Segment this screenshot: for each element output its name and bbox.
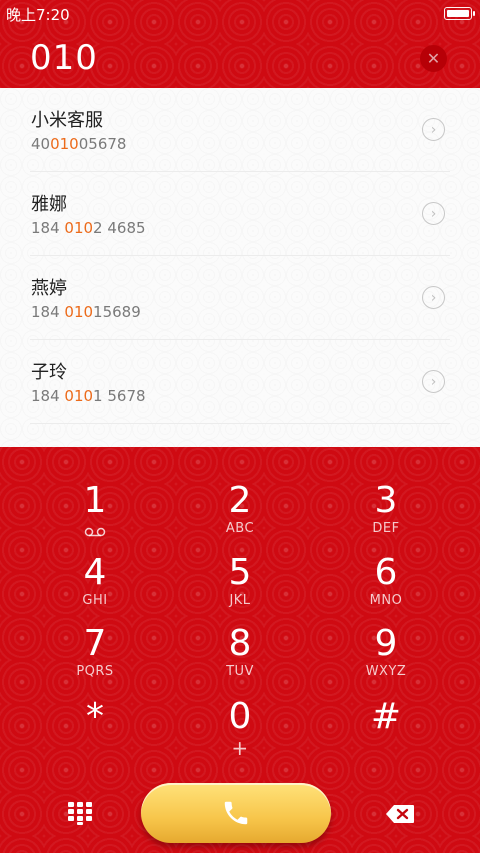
dialpad-icon[interactable] [66,800,94,826]
battery-icon [444,7,475,20]
key-4[interactable]: 4 GHI [25,552,165,618]
contact-results-list: 小米客服 4001005678 › 雅娜 184 0102 4685 › 燕婷 … [0,88,480,447]
list-item[interactable]: 雅娜 184 0102 4685 › [0,172,480,256]
contact-number: 4001005678 [31,135,127,153]
backspace-icon[interactable] [385,804,415,824]
status-bar: 晚上7:20 [0,0,480,26]
contact-number: 184 0102 4685 [31,219,146,237]
dial-query: 010 [30,38,98,78]
key-9[interactable]: 9 WXYZ [316,623,456,689]
chevron-right-icon[interactable]: › [422,118,445,141]
list-item[interactable]: 燕婷 184 01015689 › [0,256,480,340]
key-7[interactable]: 7 PQRS [25,623,165,689]
contact-name: 燕婷 [31,278,67,299]
key-hash[interactable]: # [316,696,456,762]
contact-number: 184 0101 5678 [31,387,146,405]
contact-name: 雅娜 [31,194,67,215]
key-0[interactable]: 0 + [170,696,310,762]
chevron-right-icon[interactable]: › [422,370,445,393]
close-icon: ✕ [426,48,441,68]
key-2[interactable]: 2 ABC [170,480,310,546]
dialer-bottom-bar [0,783,480,853]
key-8[interactable]: 8 TUV [170,623,310,689]
contact-name: 小米客服 [31,110,103,131]
divider [30,423,450,424]
phone-icon [224,801,248,825]
key-star[interactable]: * [25,696,165,762]
call-button[interactable] [141,783,331,843]
chevron-right-icon[interactable]: › [422,202,445,225]
contact-number: 184 01015689 [31,303,141,321]
key-1[interactable]: 1 [25,480,165,546]
key-6[interactable]: 6 MNO [316,552,456,618]
key-3[interactable]: 3 DEF [316,480,456,546]
contact-name: 子玲 [31,362,67,383]
status-time: 晚上7:20 [6,6,70,24]
chevron-right-icon[interactable]: › [422,286,445,309]
voicemail-icon [84,527,106,537]
clear-query-button[interactable]: ✕ [420,45,447,72]
key-5[interactable]: 5 JKL [170,552,310,618]
list-item[interactable]: 小米客服 4001005678 › [0,88,480,172]
list-item[interactable]: 子玲 184 0101 5678 › [0,340,480,424]
